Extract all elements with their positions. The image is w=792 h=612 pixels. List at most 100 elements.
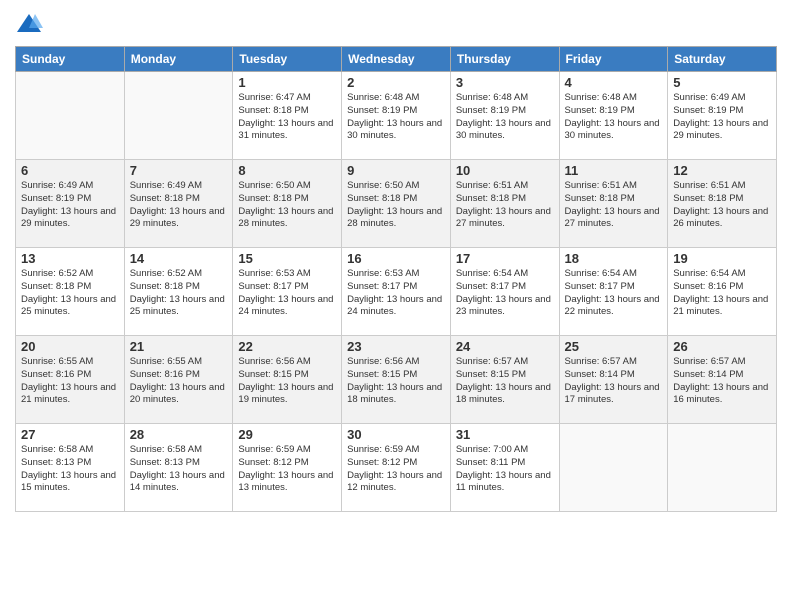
day-number: 5 <box>673 75 771 90</box>
day-number: 22 <box>238 339 336 354</box>
calendar-cell: 24 Sunrise: 6:57 AM Sunset: 8:15 PM Dayli… <box>450 336 559 424</box>
day-info: Sunrise: 6:50 AM Sunset: 8:18 PM Dayligh… <box>347 180 445 231</box>
day-number: 26 <box>673 339 771 354</box>
calendar-cell: 29 Sunrise: 6:59 AM Sunset: 8:12 PM Dayli… <box>233 424 342 512</box>
calendar-table: SundayMondayTuesdayWednesdayThursdayFrid… <box>15 46 777 512</box>
day-info: Sunrise: 6:59 AM Sunset: 8:12 PM Dayligh… <box>238 444 336 495</box>
calendar-cell: 26 Sunrise: 6:57 AM Sunset: 8:14 PM Dayli… <box>668 336 777 424</box>
day-number: 7 <box>130 163 228 178</box>
day-info: Sunrise: 6:54 AM Sunset: 8:16 PM Dayligh… <box>673 268 771 319</box>
day-number: 2 <box>347 75 445 90</box>
day-info: Sunrise: 6:55 AM Sunset: 8:16 PM Dayligh… <box>21 356 119 407</box>
calendar-cell: 28 Sunrise: 6:58 AM Sunset: 8:13 PM Dayli… <box>124 424 233 512</box>
calendar-cell: 12 Sunrise: 6:51 AM Sunset: 8:18 PM Dayli… <box>668 160 777 248</box>
day-info: Sunrise: 6:57 AM Sunset: 8:14 PM Dayligh… <box>565 356 663 407</box>
day-info: Sunrise: 6:52 AM Sunset: 8:18 PM Dayligh… <box>130 268 228 319</box>
day-info: Sunrise: 6:57 AM Sunset: 8:14 PM Dayligh… <box>673 356 771 407</box>
day-info: Sunrise: 6:48 AM Sunset: 8:19 PM Dayligh… <box>565 92 663 143</box>
day-info: Sunrise: 6:48 AM Sunset: 8:19 PM Dayligh… <box>347 92 445 143</box>
day-info: Sunrise: 6:47 AM Sunset: 8:18 PM Dayligh… <box>238 92 336 143</box>
day-number: 6 <box>21 163 119 178</box>
column-header-thursday: Thursday <box>450 47 559 72</box>
calendar-cell: 5 Sunrise: 6:49 AM Sunset: 8:19 PM Daylig… <box>668 72 777 160</box>
day-info: Sunrise: 6:56 AM Sunset: 8:15 PM Dayligh… <box>347 356 445 407</box>
calendar-cell <box>668 424 777 512</box>
day-number: 31 <box>456 427 554 442</box>
logo-icon <box>15 10 43 38</box>
day-number: 10 <box>456 163 554 178</box>
calendar-cell: 16Sunrise: 6:53 AM Sunset: 8:17 PM Dayli… <box>342 248 451 336</box>
calendar-cell: 1Sunrise: 6:47 AM Sunset: 8:18 PM Daylig… <box>233 72 342 160</box>
column-header-monday: Monday <box>124 47 233 72</box>
day-number: 9 <box>347 163 445 178</box>
calendar-cell: 10 Sunrise: 6:51 AM Sunset: 8:18 PM Dayli… <box>450 160 559 248</box>
day-number: 27 <box>21 427 119 442</box>
calendar-cell <box>16 72 125 160</box>
day-number: 25 <box>565 339 663 354</box>
header-row: SundayMondayTuesdayWednesdayThursdayFrid… <box>16 47 777 72</box>
calendar-cell: 3Sunrise: 6:48 AM Sunset: 8:19 PM Daylig… <box>450 72 559 160</box>
day-info: Sunrise: 6:56 AM Sunset: 8:15 PM Dayligh… <box>238 356 336 407</box>
day-number: 17 <box>456 251 554 266</box>
day-number: 15 <box>238 251 336 266</box>
calendar-cell: 20 Sunrise: 6:55 AM Sunset: 8:16 PM Dayli… <box>16 336 125 424</box>
day-info: Sunrise: 6:58 AM Sunset: 8:13 PM Dayligh… <box>130 444 228 495</box>
day-info: Sunrise: 6:54 AM Sunset: 8:17 PM Dayligh… <box>565 268 663 319</box>
calendar-cell: 11Sunrise: 6:51 AM Sunset: 8:18 PM Dayli… <box>559 160 668 248</box>
column-header-sunday: Sunday <box>16 47 125 72</box>
column-header-friday: Friday <box>559 47 668 72</box>
day-info: Sunrise: 6:59 AM Sunset: 8:12 PM Dayligh… <box>347 444 445 495</box>
page: SundayMondayTuesdayWednesdayThursdayFrid… <box>0 0 792 612</box>
day-info: Sunrise: 6:51 AM Sunset: 8:18 PM Dayligh… <box>673 180 771 231</box>
day-info: Sunrise: 6:58 AM Sunset: 8:13 PM Dayligh… <box>21 444 119 495</box>
day-info: Sunrise: 7:00 AM Sunset: 8:11 PM Dayligh… <box>456 444 554 495</box>
calendar-cell: 27 Sunrise: 6:58 AM Sunset: 8:13 PM Dayli… <box>16 424 125 512</box>
calendar-week-4: 20 Sunrise: 6:55 AM Sunset: 8:16 PM Dayli… <box>16 336 777 424</box>
calendar-cell: 30Sunrise: 6:59 AM Sunset: 8:12 PM Dayli… <box>342 424 451 512</box>
calendar-cell: 25 Sunrise: 6:57 AM Sunset: 8:14 PM Dayli… <box>559 336 668 424</box>
calendar-cell: 15 Sunrise: 6:53 AM Sunset: 8:17 PM Dayli… <box>233 248 342 336</box>
day-number: 12 <box>673 163 771 178</box>
day-info: Sunrise: 6:49 AM Sunset: 8:19 PM Dayligh… <box>673 92 771 143</box>
day-info: Sunrise: 6:52 AM Sunset: 8:18 PM Dayligh… <box>21 268 119 319</box>
day-number: 19 <box>673 251 771 266</box>
day-number: 13 <box>21 251 119 266</box>
day-info: Sunrise: 6:54 AM Sunset: 8:17 PM Dayligh… <box>456 268 554 319</box>
calendar-cell: 31 Sunrise: 7:00 AM Sunset: 8:11 PM Dayli… <box>450 424 559 512</box>
calendar-cell: 14 Sunrise: 6:52 AM Sunset: 8:18 PM Dayli… <box>124 248 233 336</box>
column-header-wednesday: Wednesday <box>342 47 451 72</box>
calendar-week-3: 13 Sunrise: 6:52 AM Sunset: 8:18 PM Dayli… <box>16 248 777 336</box>
day-number: 4 <box>565 75 663 90</box>
day-info: Sunrise: 6:53 AM Sunset: 8:17 PM Dayligh… <box>238 268 336 319</box>
calendar-week-5: 27 Sunrise: 6:58 AM Sunset: 8:13 PM Dayli… <box>16 424 777 512</box>
calendar-cell <box>124 72 233 160</box>
day-number: 23 <box>347 339 445 354</box>
day-number: 29 <box>238 427 336 442</box>
calendar-cell: 21 Sunrise: 6:55 AM Sunset: 8:16 PM Dayli… <box>124 336 233 424</box>
calendar-cell: 9 Sunrise: 6:50 AM Sunset: 8:18 PM Daylig… <box>342 160 451 248</box>
calendar-cell: 2 Sunrise: 6:48 AM Sunset: 8:19 PM Daylig… <box>342 72 451 160</box>
day-info: Sunrise: 6:51 AM Sunset: 8:18 PM Dayligh… <box>565 180 663 231</box>
day-number: 3 <box>456 75 554 90</box>
header <box>15 10 777 38</box>
day-number: 24 <box>456 339 554 354</box>
calendar-cell: 18Sunrise: 6:54 AM Sunset: 8:17 PM Dayli… <box>559 248 668 336</box>
calendar-cell: 7Sunrise: 6:49 AM Sunset: 8:18 PM Daylig… <box>124 160 233 248</box>
calendar-cell: 23 Sunrise: 6:56 AM Sunset: 8:15 PM Dayli… <box>342 336 451 424</box>
day-info: Sunrise: 6:53 AM Sunset: 8:17 PM Dayligh… <box>347 268 445 319</box>
day-number: 8 <box>238 163 336 178</box>
day-number: 14 <box>130 251 228 266</box>
day-info: Sunrise: 6:57 AM Sunset: 8:15 PM Dayligh… <box>456 356 554 407</box>
day-number: 20 <box>21 339 119 354</box>
column-header-tuesday: Tuesday <box>233 47 342 72</box>
day-info: Sunrise: 6:50 AM Sunset: 8:18 PM Dayligh… <box>238 180 336 231</box>
day-info: Sunrise: 6:55 AM Sunset: 8:16 PM Dayligh… <box>130 356 228 407</box>
calendar-cell: 6 Sunrise: 6:49 AM Sunset: 8:19 PM Daylig… <box>16 160 125 248</box>
calendar-cell <box>559 424 668 512</box>
day-info: Sunrise: 6:49 AM Sunset: 8:19 PM Dayligh… <box>21 180 119 231</box>
day-number: 28 <box>130 427 228 442</box>
day-info: Sunrise: 6:51 AM Sunset: 8:18 PM Dayligh… <box>456 180 554 231</box>
calendar-week-2: 6 Sunrise: 6:49 AM Sunset: 8:19 PM Daylig… <box>16 160 777 248</box>
day-number: 21 <box>130 339 228 354</box>
column-header-saturday: Saturday <box>668 47 777 72</box>
